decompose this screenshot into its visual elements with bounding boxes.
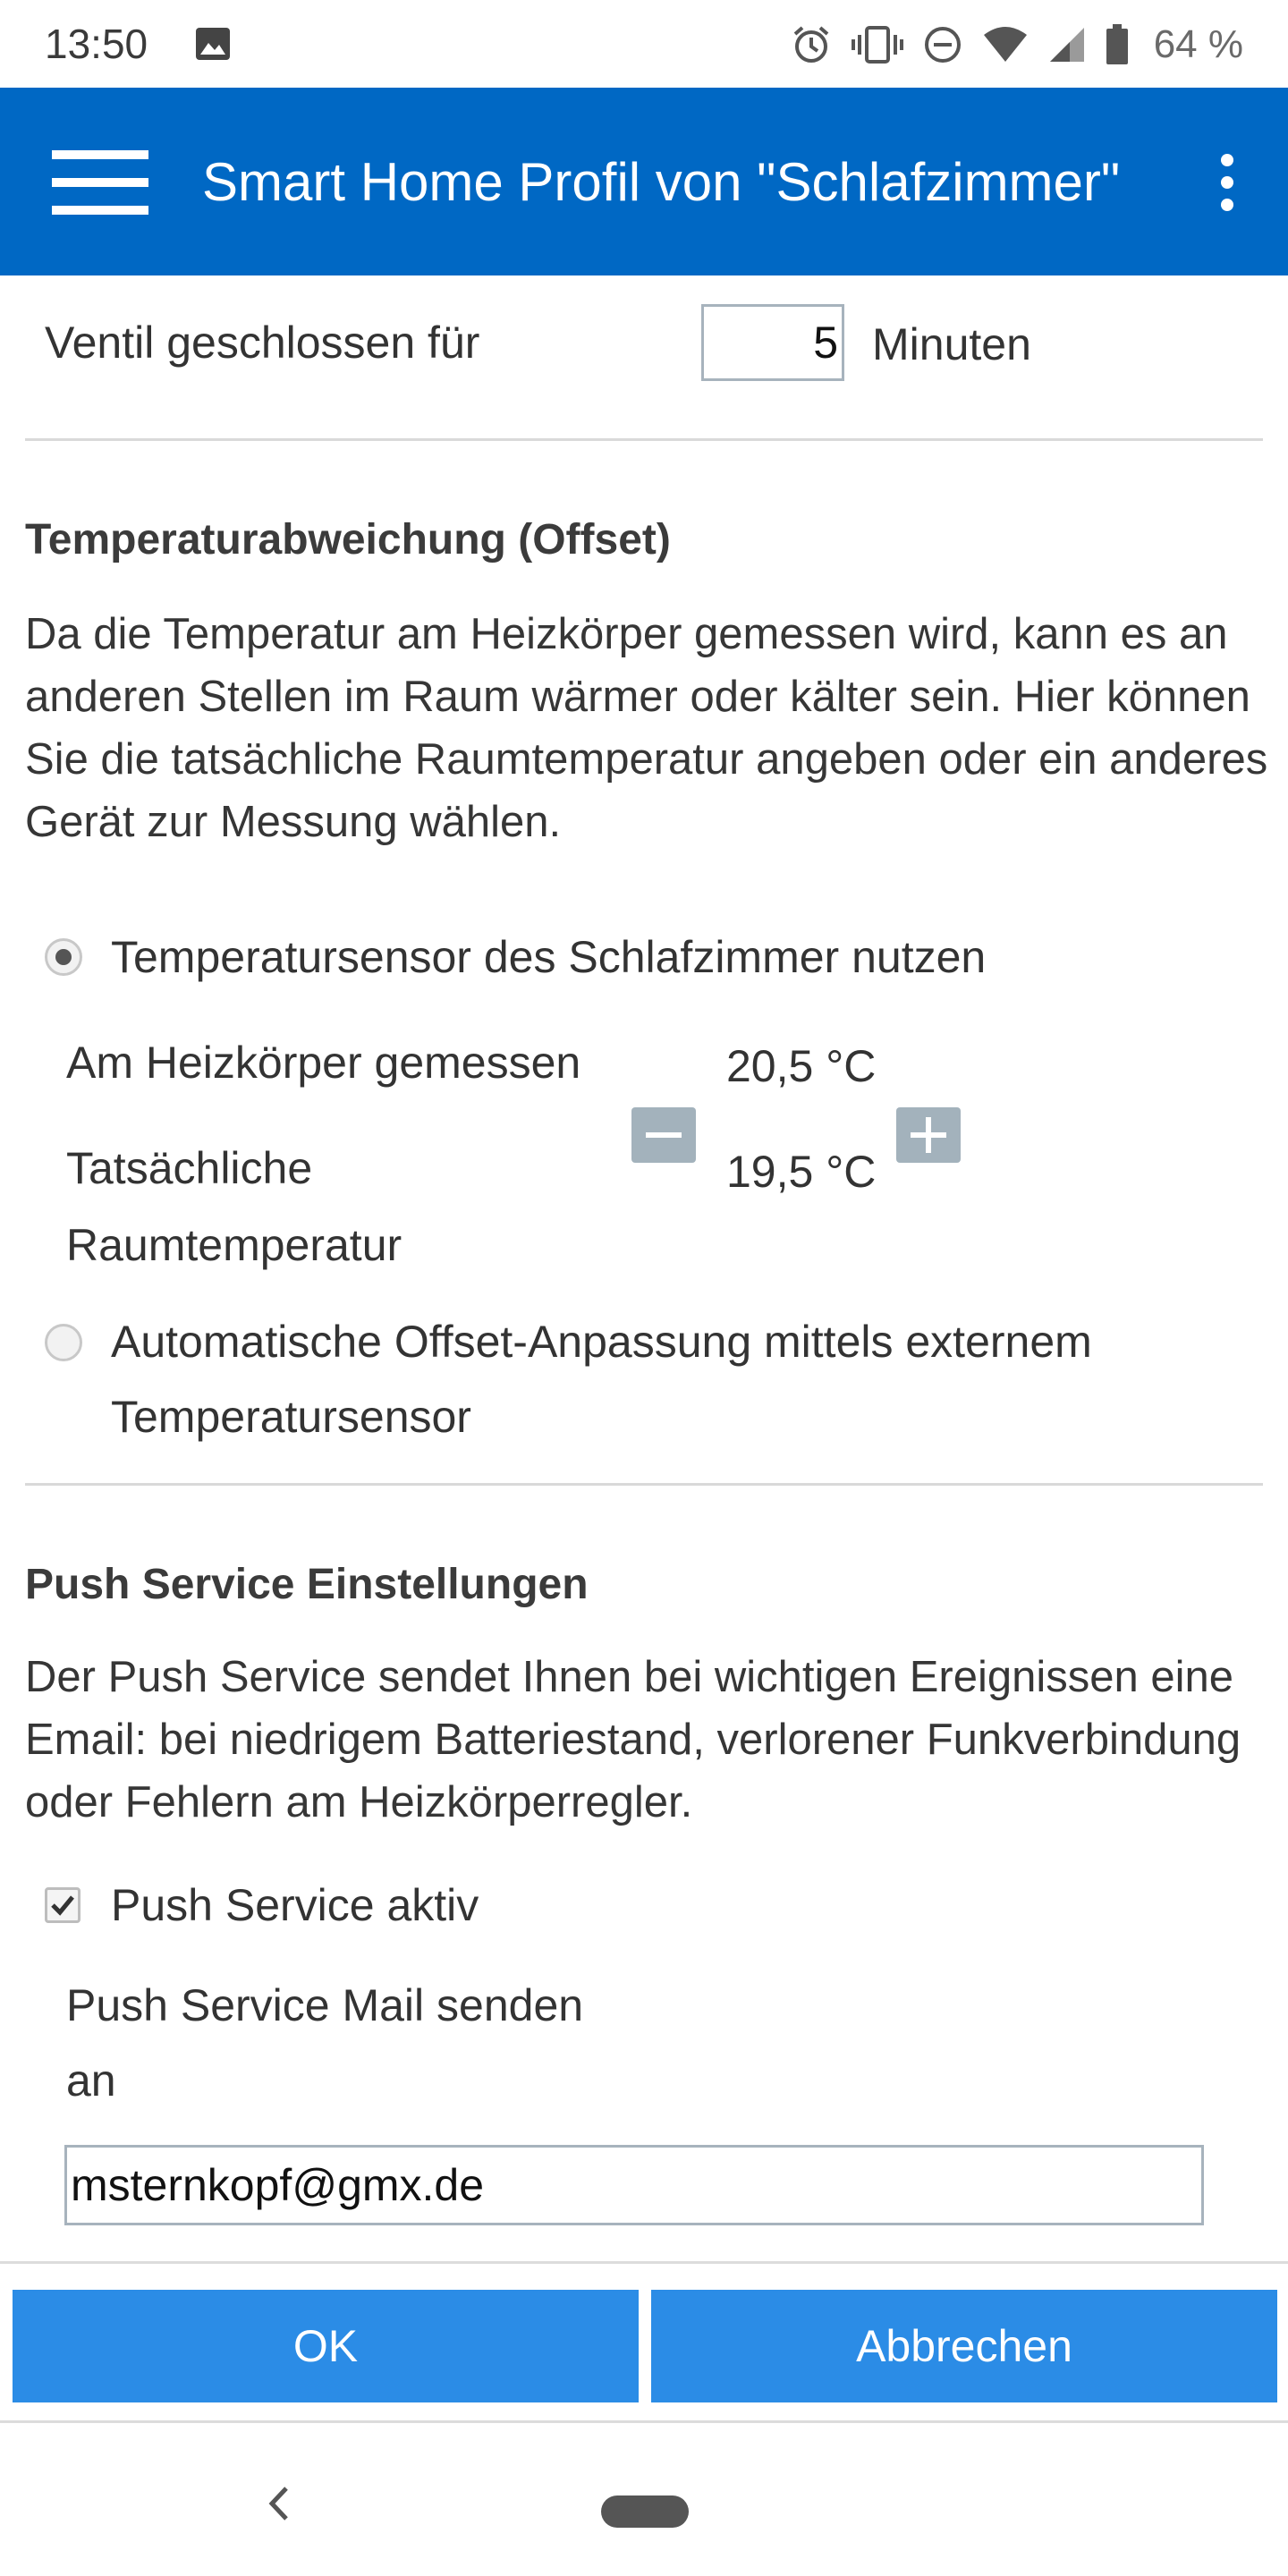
alarm-icon [791, 24, 832, 65]
radio-option-room-sensor[interactable]: Temperatursensor des Schlafzimmer nutzen [45, 919, 1261, 995]
divider [25, 438, 1263, 441]
back-icon[interactable] [261, 2481, 297, 2526]
push-email-input[interactable] [64, 2145, 1204, 2225]
status-icons: 64 % [791, 20, 1243, 70]
radio-room-sensor[interactable] [45, 938, 82, 976]
offset-description: Da die Temperatur am Heizkörper gemessen… [25, 610, 1268, 846]
more-options-icon[interactable] [1209, 154, 1245, 211]
push-section-title: Push Service Einstellungen [25, 1561, 589, 1608]
radio-option-auto-offset[interactable]: Automatische Offset-Anpassung mittels ex… [45, 1304, 1261, 1456]
menu-icon[interactable] [52, 147, 148, 218]
page-title: Smart Home Profil von "Schlafzimmer" [202, 152, 1121, 212]
status-bar: 13:50 64 % [0, 0, 1288, 88]
measured-temperature-value: 20,5 °C [726, 1041, 877, 1091]
ok-button[interactable]: OK [13, 2290, 639, 2402]
push-description: Der Push Service sendet Ihnen bei wichti… [25, 1653, 1241, 1826]
offset-section-title: Temperaturabweichung (Offset) [25, 516, 671, 564]
app-bar: Smart Home Profil von "Schlafzimmer" [0, 88, 1288, 275]
cancel-button[interactable]: Abbrechen [651, 2290, 1277, 2402]
image-icon [195, 27, 231, 61]
dialog-button-bar: OK Abbrechen [0, 2254, 1288, 2423]
increase-temperature-button[interactable] [896, 1107, 961, 1163]
do-not-disturb-icon [923, 25, 962, 64]
push-mail-label-line1: Push Service Mail senden [66, 1980, 584, 2030]
valve-closed-row: Ventil geschlossen für Minuten [45, 302, 1243, 383]
radio-auto-offset-label-line2: Temperatursensor [111, 1392, 471, 1442]
battery-percent: 64 % [1153, 22, 1243, 66]
actual-temperature-label-line1: Tatsächliche [66, 1143, 313, 1193]
valve-closed-label: Ventil geschlossen für [45, 318, 480, 368]
radio-auto-offset[interactable] [45, 1324, 82, 1361]
push-active-checkbox[interactable] [45, 1887, 80, 1923]
system-navigation-bar [0, 2426, 1288, 2576]
battery-icon [1106, 24, 1129, 65]
push-active-label: Push Service aktiv [111, 1880, 479, 1930]
actual-temperature-value: 19,5 °C [726, 1147, 877, 1197]
divider [0, 2420, 1288, 2423]
push-mail-label-line2: an [66, 2055, 116, 2106]
status-time: 13:50 [45, 21, 148, 67]
valve-closed-minutes-input[interactable] [701, 304, 844, 381]
actual-temperature-label-line2: Raumtemperatur [66, 1220, 402, 1270]
decrease-temperature-button[interactable] [631, 1107, 696, 1163]
wifi-icon [982, 26, 1029, 64]
signal-icon [1048, 26, 1086, 64]
valve-closed-unit: Minuten [872, 319, 1031, 369]
settings-content[interactable]: Ventil geschlossen für Minuten Temperatu… [0, 275, 1288, 2254]
radio-room-sensor-label: Temperatursensor des Schlafzimmer nutzen [111, 932, 987, 982]
divider [25, 1483, 1263, 1486]
divider [0, 2261, 1288, 2264]
vibrate-icon [851, 24, 903, 65]
home-pill-icon[interactable] [601, 2496, 689, 2528]
radio-auto-offset-label-line1: Automatische Offset-Anpassung mittels ex… [111, 1317, 1092, 1367]
measured-temperature-label: Am Heizkörper gemessen [66, 1038, 581, 1088]
